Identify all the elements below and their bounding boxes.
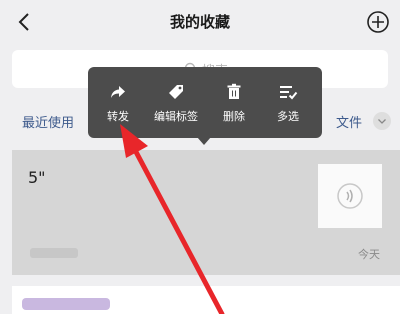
blurred-avatar-label: [22, 298, 110, 310]
top-bar: 我的收藏: [0, 0, 400, 44]
menu-label-delete: 删除: [223, 110, 245, 123]
audio-thumbnail: [318, 164, 382, 228]
context-menu: 转发 编辑标签 删除 多选: [88, 67, 322, 138]
chevron-down-icon[interactable]: [373, 112, 391, 130]
tag-icon: [169, 85, 183, 99]
share-arrow-icon: [111, 86, 125, 98]
multi-select-icon: [280, 86, 298, 100]
blurred-source-label: [30, 248, 78, 258]
menu-item-multi-select[interactable]: 多选: [270, 67, 306, 138]
filter-recent-used[interactable]: 最近使用: [22, 112, 74, 131]
context-menu-pointer: [197, 137, 211, 145]
menu-label-multi-select: 多选: [277, 110, 299, 123]
favorite-item-date: 今天: [358, 248, 380, 261]
audio-waves-icon: [337, 183, 363, 209]
menu-label-forward: 转发: [107, 110, 129, 123]
trash-icon: [227, 83, 241, 99]
filter-files[interactable]: 文件: [336, 112, 362, 131]
menu-label-edit-tag: 编辑标签: [154, 110, 198, 123]
favorite-item-card[interactable]: 5" 今天: [12, 150, 400, 275]
plus-circle-icon[interactable]: [366, 10, 390, 34]
menu-item-delete[interactable]: 删除: [216, 67, 252, 138]
menu-item-edit-tag[interactable]: 编辑标签: [148, 67, 204, 138]
menu-item-forward[interactable]: 转发: [100, 67, 136, 138]
favorite-item-text: 5": [28, 168, 46, 187]
page-title: 我的收藏: [169, 13, 230, 31]
